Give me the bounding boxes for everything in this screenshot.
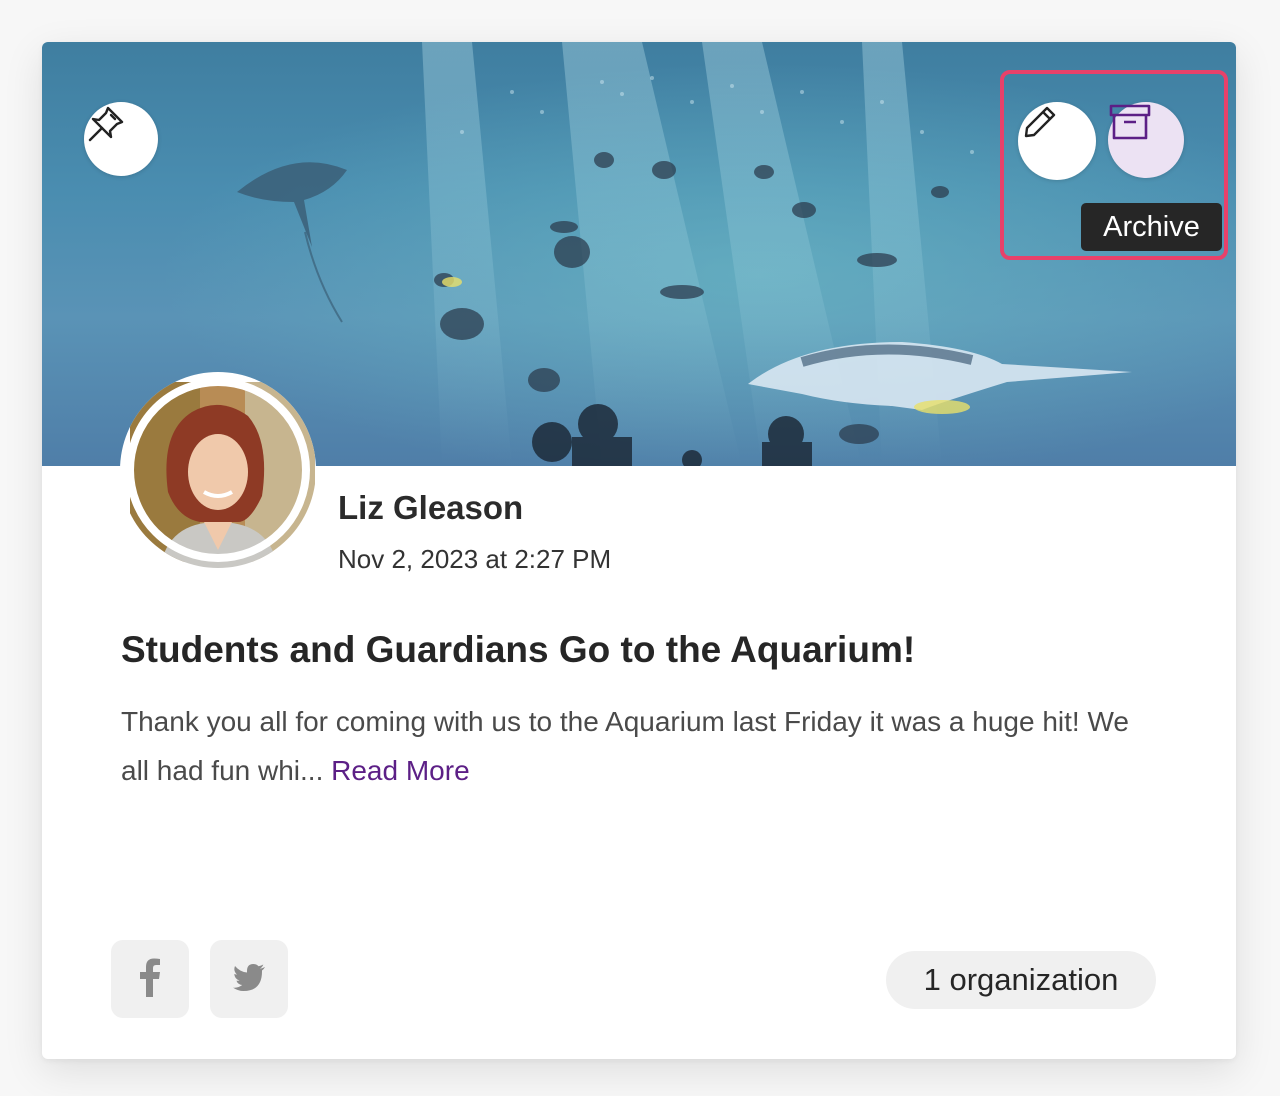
post-title: Students and Guardians Go to the Aquariu…	[121, 629, 916, 670]
read-more-link[interactable]: Read More	[331, 755, 470, 786]
post-excerpt: Thank you all for coming with us to the …	[121, 697, 1161, 795]
post-date: Nov 2, 2023 at 2:27 PM	[338, 544, 612, 574]
excerpt-text: Thank you all for coming with us to the …	[121, 706, 1129, 786]
author-name: Liz Gleason	[338, 489, 524, 526]
twitter-icon	[232, 963, 266, 996]
organization-count-badge[interactable]: 1 organization	[886, 951, 1156, 1009]
author-avatar	[120, 372, 316, 568]
announcement-card: Archive Liz Gleason Nov 2, 2023 at 2:27 …	[42, 42, 1236, 1059]
share-facebook-button[interactable]	[111, 940, 189, 1018]
share-twitter-button[interactable]	[210, 940, 288, 1018]
pin-button[interactable]	[84, 102, 158, 176]
archive-tooltip: Archive	[1081, 203, 1222, 251]
facebook-icon	[138, 957, 162, 1002]
